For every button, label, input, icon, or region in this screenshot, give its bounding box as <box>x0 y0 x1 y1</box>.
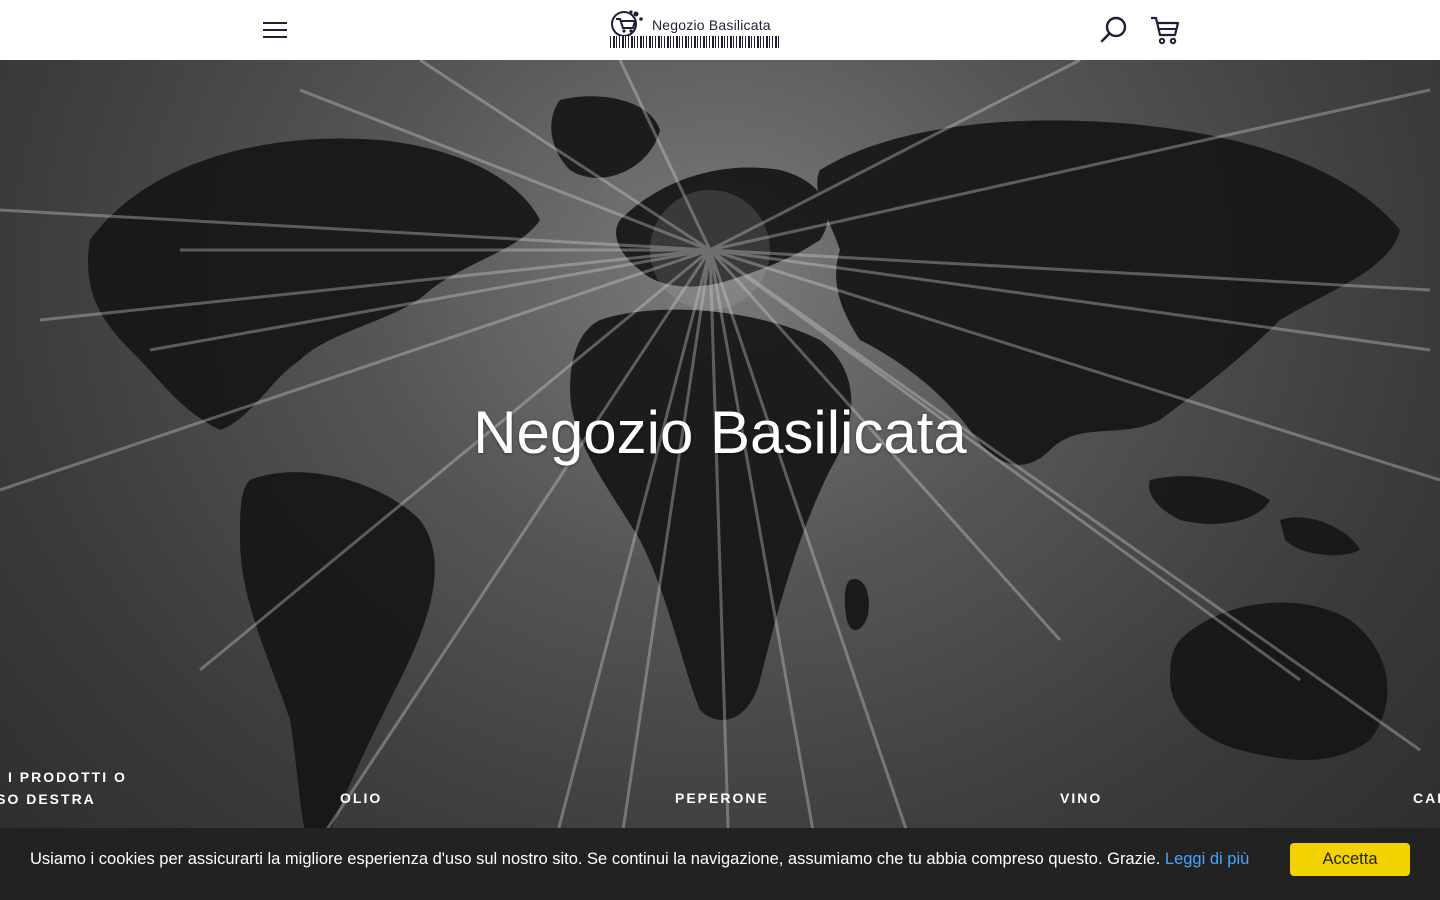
cookie-accept-button[interactable]: Accetta <box>1290 843 1410 876</box>
cookie-message: Usiamo i cookies per assicurarti la migl… <box>30 850 1270 868</box>
menu-bar <box>263 29 287 31</box>
search-button[interactable] <box>1097 13 1131 47</box>
category-link-vino[interactable]: VINO <box>1060 790 1102 806</box>
logo-barcode <box>610 36 780 48</box>
menu-bar <box>263 22 287 24</box>
cart-icon <box>1151 16 1180 45</box>
category-label-line: I PRODOTTI O <box>8 769 127 785</box>
cookie-message-text: Usiamo i cookies per assicurarti la migl… <box>30 850 1161 868</box>
category-link-olio[interactable]: OLIO <box>340 790 382 806</box>
site-header: Negozio Basilicata <box>0 0 1440 60</box>
category-label-line: RSO DESTRA <box>0 791 96 807</box>
menu-bar <box>263 36 287 38</box>
cookie-read-more-link[interactable]: Leggi di più <box>1165 850 1249 868</box>
hero-title: Negozio Basilicata <box>473 399 967 466</box>
category-link-peperone[interactable]: PEPERONE <box>675 790 769 806</box>
site-logo[interactable]: Negozio Basilicata <box>608 8 784 50</box>
logo-cart-icon <box>611 10 643 37</box>
category-link-car[interactable]: CAR <box>1413 790 1440 806</box>
category-link-products[interactable]: I PRODOTTI O RSO DESTRA <box>0 766 127 810</box>
menu-button[interactable] <box>257 13 293 47</box>
search-icon <box>1100 16 1127 43</box>
cookie-banner: Usiamo i cookies per assicurarti la migl… <box>0 828 1440 900</box>
hero-banner: Negozio Basilicata I PRODOTTI O RSO DEST… <box>0 60 1440 900</box>
logo-text: Negozio Basilicata <box>652 17 771 33</box>
world-map-background <box>0 60 1440 900</box>
cart-button[interactable] <box>1148 13 1182 47</box>
